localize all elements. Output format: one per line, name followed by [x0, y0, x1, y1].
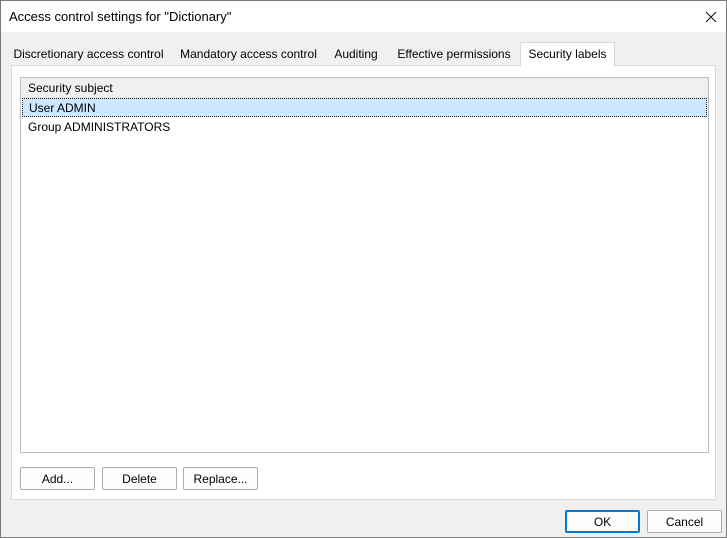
- list-item-group-administrators[interactable]: Group ADMINISTRATORS: [22, 118, 707, 137]
- dialog-window: Access control settings for "Dictionary"…: [0, 0, 727, 538]
- add-button[interactable]: Add...: [20, 467, 95, 490]
- replace-button[interactable]: Replace...: [183, 467, 258, 490]
- tab-mandatory-access-control[interactable]: Mandatory access control: [174, 44, 323, 66]
- tab-strip: Discretionary access control Mandatory a…: [11, 42, 716, 67]
- list-item-user-admin[interactable]: User ADMIN: [22, 98, 707, 117]
- tab-security-labels[interactable]: Security labels: [520, 42, 615, 67]
- delete-button[interactable]: Delete: [102, 467, 177, 490]
- close-button[interactable]: [696, 1, 726, 32]
- tab-auditing[interactable]: Auditing: [329, 44, 383, 66]
- column-header-label: Security subject: [28, 81, 113, 95]
- cancel-button[interactable]: Cancel: [647, 510, 722, 533]
- tab-effective-permissions[interactable]: Effective permissions: [395, 44, 513, 66]
- dialog-body: Discretionary access control Mandatory a…: [1, 32, 726, 537]
- close-icon: [705, 11, 717, 22]
- security-subject-list[interactable]: Security subject User ADMIN Group ADMINI…: [20, 77, 709, 453]
- title-bar: Access control settings for "Dictionary": [1, 1, 726, 32]
- column-header-security-subject[interactable]: Security subject: [21, 78, 708, 98]
- tab-discretionary-access-control[interactable]: Discretionary access control: [13, 44, 164, 66]
- security-labels-panel: Security subject User ADMIN Group ADMINI…: [11, 65, 716, 500]
- ok-button[interactable]: OK: [565, 510, 640, 533]
- list-item-label: User ADMIN: [29, 101, 96, 115]
- list-item-label: Group ADMINISTRATORS: [28, 120, 171, 134]
- window-title: Access control settings for "Dictionary": [9, 9, 232, 24]
